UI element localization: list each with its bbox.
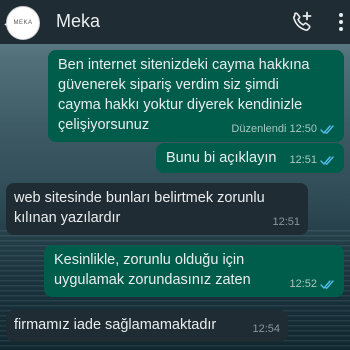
message-meta: Düzenlendi 12:50	[231, 119, 336, 139]
avatar-text: MEKA	[13, 20, 33, 26]
message-meta: 12:54	[252, 319, 280, 339]
double-check-icon	[320, 155, 334, 165]
message-time: 12:51	[289, 154, 317, 166]
add-call-icon[interactable]	[290, 10, 314, 34]
message-text: web sitesinde bunları belirtmek zorunlu …	[14, 190, 265, 226]
message-time: 12:52	[289, 278, 317, 290]
message-meta: 12:51	[289, 150, 336, 170]
chat-header: ← MEKA Meka	[0, 0, 350, 44]
message-time: 12:50	[289, 123, 317, 135]
message-bubble-incoming[interactable]: firmamız iade sağlamamaktadır 12:54	[6, 310, 288, 342]
avatar[interactable]: MEKA	[6, 6, 40, 40]
message-meta: 12:51	[272, 212, 300, 232]
edited-label: Düzenlendi	[231, 123, 287, 135]
double-check-icon	[320, 279, 334, 289]
message-bubble-outgoing[interactable]: Ben internet sitenizdeki cayma hakkına g…	[48, 50, 344, 142]
message-bubble-outgoing[interactable]: Bunu bi açıklayın 12:51	[156, 143, 344, 173]
message-meta: 12:52	[289, 274, 336, 294]
message-bubble-incoming[interactable]: web sitesinde bunları belirtmek zorunlu …	[6, 183, 308, 235]
message-bubble-outgoing[interactable]: Kesinlikle, zorunlu olduğu için uygulama…	[44, 245, 344, 297]
message-time: 12:54	[252, 323, 280, 335]
contact-name[interactable]: Meka	[56, 10, 100, 32]
message-time: 12:51	[272, 216, 300, 228]
message-text: firmamız iade sağlamamaktadır	[14, 317, 217, 333]
more-vertical-icon[interactable]	[336, 10, 346, 34]
double-check-icon	[320, 124, 334, 134]
